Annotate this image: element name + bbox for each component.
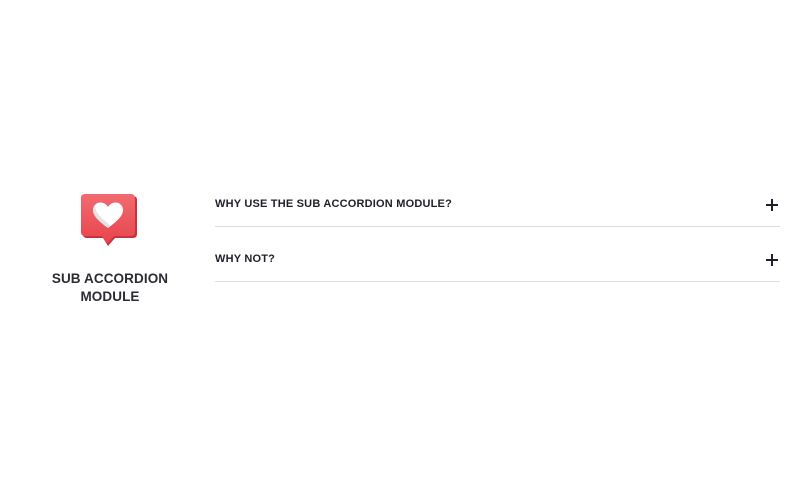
accordion: WHY USE THE SUB ACCORDION MODULE? WHY NO… — [215, 182, 780, 282]
module-sidebar: SUB ACCORDION MODULE — [40, 192, 180, 306]
accordion-item-label: WHY USE THE SUB ACCORDION MODULE? — [215, 198, 452, 210]
plus-icon[interactable] — [766, 254, 778, 266]
accordion-item-why-use[interactable]: WHY USE THE SUB ACCORDION MODULE? — [215, 182, 780, 227]
module-title-line-2: MODULE — [80, 289, 140, 304]
module-title: SUB ACCORDION MODULE — [40, 270, 180, 306]
heart-speech-bubble-icon — [81, 194, 137, 246]
module-title-line-1: SUB ACCORDION — [51, 271, 169, 286]
accordion-item-label: WHY NOT? — [215, 253, 276, 265]
accordion-item-why-not[interactable]: WHY NOT? — [215, 237, 780, 282]
page: SUB ACCORDION MODULE WHY USE THE SUB ACC… — [0, 0, 800, 480]
plus-icon[interactable] — [766, 199, 778, 211]
